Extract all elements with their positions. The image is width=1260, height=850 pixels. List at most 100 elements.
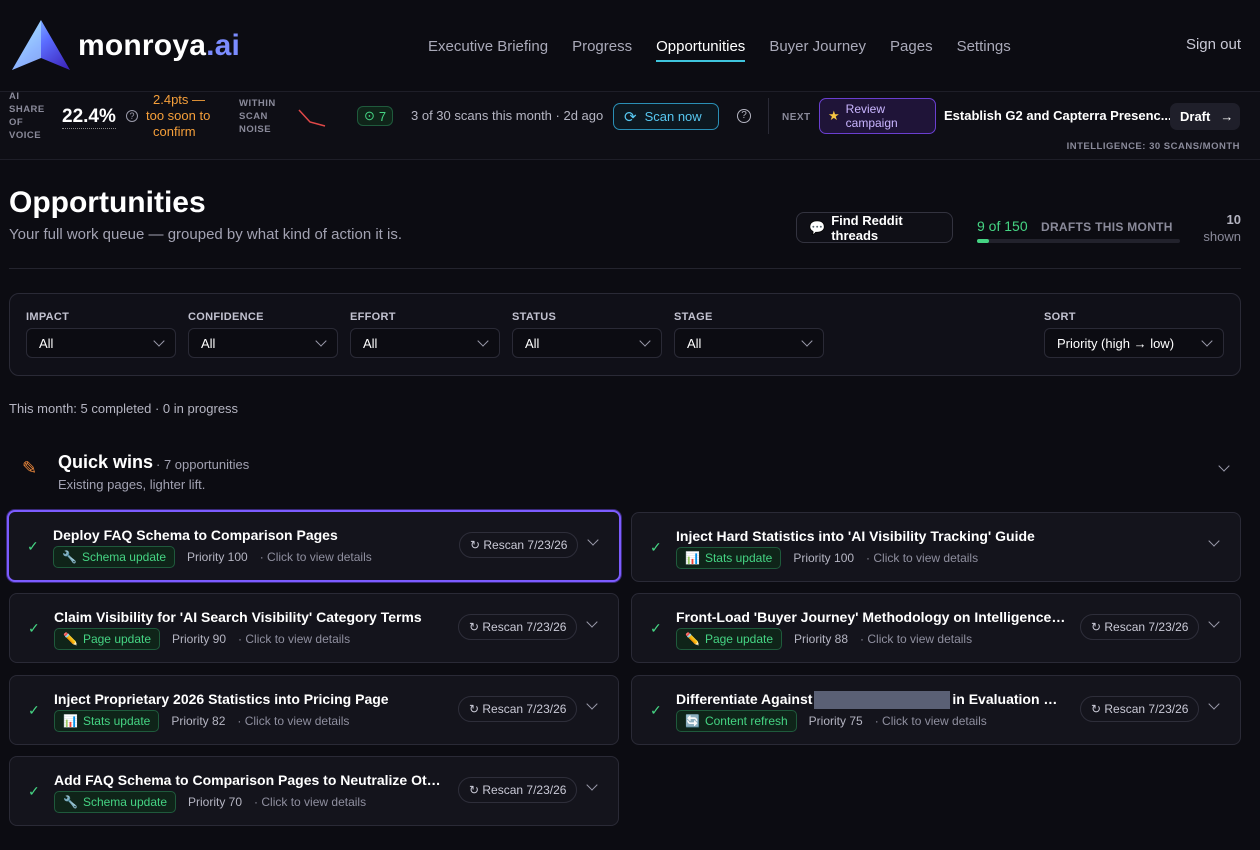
filter-status-select[interactable]: All xyxy=(512,328,662,358)
card-meta: ✏️ Page update Priority 88 · Click to view … xyxy=(676,628,972,650)
filter-label-status: STATUS xyxy=(512,311,557,323)
card-hint: · Click to view details xyxy=(259,550,372,564)
chevron-down-icon xyxy=(801,335,813,347)
filters-panel: IMPACT All CONFIDENCE All EFFORT All STA… xyxy=(9,293,1241,376)
card-tag: ✏️ Page update xyxy=(54,628,161,650)
filter-stage-select[interactable]: All xyxy=(674,328,824,358)
noise-label: WITHIN SCAN NOISE xyxy=(239,98,276,135)
chevron-down-icon[interactable] xyxy=(586,616,598,628)
card-priority: Priority 70 xyxy=(188,795,243,809)
sov-delta: 2.4pts — too soon to confirm xyxy=(146,92,211,139)
card-title: Front-Load 'Buyer Journey' Methodology o… xyxy=(676,609,1066,625)
chevron-down-icon[interactable] xyxy=(587,534,599,546)
redacted-block xyxy=(814,691,951,710)
rescan-button[interactable]: ↻ Rescan 7/23/26 xyxy=(1080,614,1200,640)
rescan-button[interactable]: ↻ Rescan 7/23/26 xyxy=(458,777,578,803)
check-icon: ✓ xyxy=(650,702,662,718)
chevron-down-icon[interactable] xyxy=(586,698,598,710)
filter-label-impact: IMPACT xyxy=(26,311,70,323)
sort-select[interactable]: Priority (high → low) xyxy=(1044,328,1224,358)
status-bar: AI SHARE OF VOICE 22.4% ? 2.4pts — too soon … xyxy=(0,91,1260,160)
card-title: Deploy FAQ Schema to Comparison Pages xyxy=(53,527,338,543)
card-tag: 🔧 Schema update xyxy=(54,791,177,813)
card-priority: Priority 90 xyxy=(172,632,227,646)
card-hint: · Click to view details xyxy=(238,632,351,646)
shown-count: 10 xyxy=(1226,212,1241,227)
chevron-down-icon[interactable] xyxy=(1208,535,1220,547)
arrow-right-icon: → xyxy=(1220,109,1234,124)
chat-bubble-icon: 💬 xyxy=(809,219,826,235)
rescan-button[interactable]: ↻ Rescan 7/23/26 xyxy=(1080,696,1200,722)
filter-label-confidence: CONFIDENCE xyxy=(188,311,264,323)
review-campaign-button[interactable]: ★ Review campaign xyxy=(819,98,936,134)
rescan-button[interactable]: ↻ Rescan 7/23/26 xyxy=(458,614,578,640)
card-hint: · Click to view details xyxy=(874,714,987,728)
opportunity-card[interactable]: ✓ Front-Load 'Buyer Journey' Methodology… xyxy=(631,593,1241,663)
group-count: · 7 opportunities xyxy=(156,457,250,472)
pencil-icon: ✎ xyxy=(22,458,38,478)
rescan-button[interactable]: ↻ Rescan 7/23/26 xyxy=(459,532,579,558)
top-nav: monroya.ai Executive Briefing Progress O… xyxy=(0,0,1260,92)
count-badge[interactable]: ⊙ 7 xyxy=(357,106,394,126)
card-meta: 🔄 Content refresh Priority 75 · Click to vi… xyxy=(676,710,987,732)
check-icon: ✓ xyxy=(650,620,662,636)
chevron-down-icon xyxy=(477,335,489,347)
chevron-down-icon xyxy=(315,335,327,347)
opportunity-card[interactable]: ✓ Inject Hard Statistics into 'AI Visibi… xyxy=(631,512,1241,582)
chevron-down-icon[interactable] xyxy=(586,779,598,791)
opportunity-card[interactable]: ✓ Claim Visibility for 'AI Search Visibi… xyxy=(9,593,619,663)
rescan-button[interactable]: ↻ Rescan 7/23/26 xyxy=(458,696,578,722)
chevron-down-icon[interactable] xyxy=(1218,460,1230,472)
bar-chart-icon: 📊 xyxy=(685,551,700,565)
scan-info: 3 of 30 scans this month · 2d ago xyxy=(411,108,604,123)
card-hint: · Click to view details xyxy=(860,632,973,646)
logo[interactable]: monroya.ai xyxy=(10,18,240,74)
check-circle-icon: ⊙ xyxy=(364,108,375,123)
next-task-title[interactable]: Establish G2 and Capterra Presenc... xyxy=(944,108,1172,123)
filter-effort-select[interactable]: All xyxy=(350,328,500,358)
help-icon[interactable]: ? xyxy=(126,110,138,122)
card-priority: Priority 75 xyxy=(808,714,863,728)
draft-button[interactable]: Draft → xyxy=(1170,103,1240,130)
nav-buyer-journey[interactable]: Buyer Journey xyxy=(769,0,866,92)
nav-settings[interactable]: Settings xyxy=(957,0,1011,92)
card-meta: 🔧 Schema update Priority 70 · Click to view… xyxy=(54,791,366,813)
nav-executive-briefing[interactable]: Executive Briefing xyxy=(428,0,548,92)
card-priority: Priority 82 xyxy=(171,714,226,728)
check-icon: ✓ xyxy=(28,620,40,636)
opportunity-card[interactable]: ✓ Add FAQ Schema to Comparison Pages to … xyxy=(9,756,619,826)
chevron-down-icon[interactable] xyxy=(1208,616,1220,628)
card-priority: Priority 88 xyxy=(794,632,849,646)
next-label: NEXT xyxy=(782,112,811,123)
card-priority: Priority 100 xyxy=(793,551,855,565)
drafts-label: DRAFTS THIS MONTH xyxy=(1041,220,1173,234)
sign-out-link[interactable]: Sign out xyxy=(1186,36,1241,53)
opportunity-card[interactable]: ✓ Inject Proprietary 2026 Statistics int… xyxy=(9,675,619,745)
refresh-icon: 🔄 xyxy=(685,714,700,728)
filter-impact-select[interactable]: All xyxy=(26,328,176,358)
opportunity-card[interactable]: ✓ Differentiate Against in Evaluation Co.… xyxy=(631,675,1241,745)
pencil-icon: ✏️ xyxy=(63,632,78,646)
find-reddit-threads-button[interactable]: 💬 Find Reddit threads xyxy=(796,212,953,243)
card-hint: · Click to view details xyxy=(237,714,350,728)
help-icon[interactable]: ? xyxy=(737,109,751,123)
opportunity-card[interactable]: ✓ Deploy FAQ Schema to Comparison Pages … xyxy=(7,510,621,582)
intelligence-label: INTELLIGENCE: 30 SCANS/MONTH xyxy=(1066,141,1240,152)
nav-opportunities[interactable]: Opportunities xyxy=(656,0,746,92)
chevron-down-icon[interactable] xyxy=(1208,698,1220,710)
wrench-icon: 🔧 xyxy=(62,550,77,564)
sov-value: 22.4% xyxy=(62,106,116,129)
card-meta: 📊 Stats update Priority 82 · Click to view … xyxy=(54,710,349,732)
shown-label: shown xyxy=(1203,229,1241,244)
nav-progress[interactable]: Progress xyxy=(572,0,632,92)
card-tag: ✏️ Page update xyxy=(676,628,783,650)
filter-label-effort: EFFORT xyxy=(350,311,396,323)
filter-confidence-select[interactable]: All xyxy=(188,328,338,358)
nav-pages[interactable]: Pages xyxy=(890,0,933,92)
card-title: Inject Proprietary 2026 Statistics into … xyxy=(54,691,389,707)
card-title: Add FAQ Schema to Comparison Pages to Ne… xyxy=(54,772,444,788)
group-title: Quick wins xyxy=(58,452,154,472)
card-hint: · Click to view details xyxy=(866,551,979,565)
card-tag: 🔧 Schema update xyxy=(53,546,176,568)
scan-now-button[interactable]: ⟳ Scan now xyxy=(613,103,719,130)
